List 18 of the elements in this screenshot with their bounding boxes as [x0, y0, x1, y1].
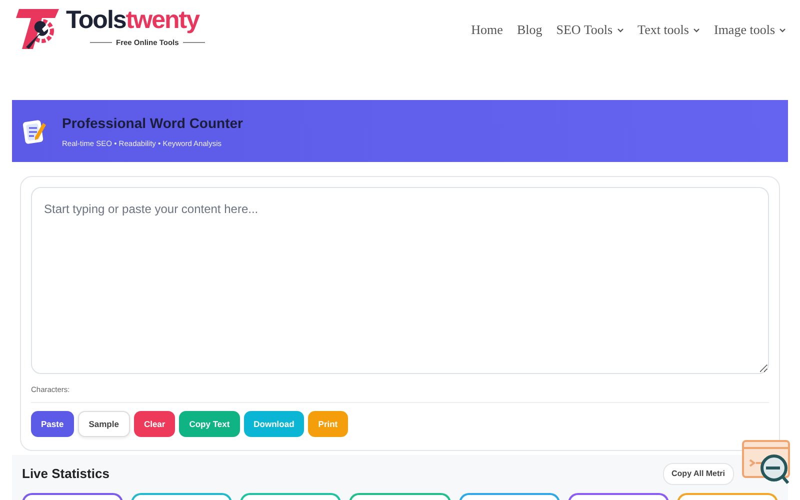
section-title: Live Statistics: [22, 465, 110, 484]
text-input[interactable]: Start typing or paste your content here...: [31, 187, 769, 374]
chevron-down-icon[interactable]: [779, 28, 786, 32]
action-button[interactable]: Paste: [31, 411, 74, 438]
nav-link[interactable]: Text tools: [638, 20, 689, 40]
brand-name[interactable]: Toolstwenty: [66, 8, 205, 33]
floating-widget-icon[interactable]: [742, 440, 792, 486]
action-button[interactable]: Clear: [134, 411, 176, 438]
nav-link[interactable]: Image tools: [714, 20, 775, 40]
banner-title: Professional Word Counter: [62, 114, 243, 133]
notepad-icon: [22, 117, 48, 145]
copy-metrics-button[interactable]: Copy All Metri: [662, 463, 734, 485]
nav-link[interactable]: Blog: [516, 20, 542, 40]
action-button[interactable]: Sample: [78, 411, 130, 438]
chevron-down-icon[interactable]: [692, 28, 700, 32]
nav-link[interactable]: Home: [471, 20, 503, 40]
chevron-down-icon[interactable]: [616, 28, 624, 32]
nav-link[interactable]: SEO Tools: [556, 20, 613, 40]
